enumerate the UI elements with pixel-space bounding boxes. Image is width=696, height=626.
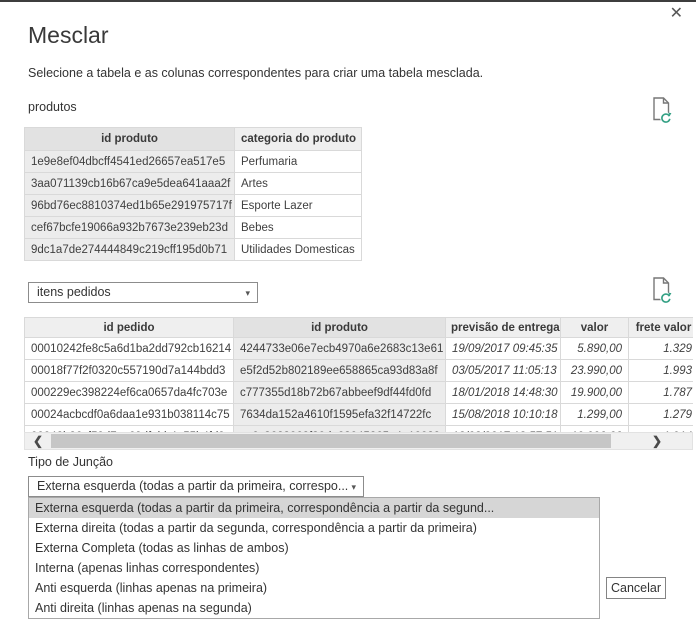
join-option[interactable]: Interna (apenas linhas correspondentes)	[29, 558, 599, 578]
table-cell[interactable]: 3aa071139cb16b67ca9e5dea641aaa2f	[25, 173, 235, 195]
join-kind-select-value: Externa esquerda (todas a partir da prim…	[37, 479, 348, 493]
table-row: 96bd76ec8810374ed1b65e291975717fEsporte …	[25, 195, 362, 217]
column-header[interactable]: valor	[561, 318, 629, 338]
dialog-subtitle: Selecione a tabela e as colunas correspo…	[28, 66, 483, 80]
dialog-title: Mesclar	[28, 22, 109, 49]
join-option[interactable]: Externa direita (todas a partir da segun…	[29, 518, 599, 538]
table-cell[interactable]: 1.279	[629, 404, 694, 426]
products-table: id produtocategoria do produto1e9e8ef04d…	[24, 127, 361, 261]
table-cell[interactable]: 19/09/2017 09:45:35	[446, 338, 561, 360]
join-kind-label: Tipo de Junção	[28, 455, 113, 469]
table-cell[interactable]: 18/01/2018 14:48:30	[446, 382, 561, 404]
table-row: 9dc1a7de274444849c219cff195d0b71Utilidad…	[25, 239, 362, 261]
join-option[interactable]: Externa Completa (todas as linhas de amb…	[29, 538, 599, 558]
chevron-down-icon: ▾	[245, 283, 250, 303]
table-cell[interactable]: 96bd76ec8810374ed1b65e291975717f	[25, 195, 235, 217]
table-cell[interactable]: Esporte Lazer	[235, 195, 362, 217]
table-cell[interactable]: 000229ec398224ef6ca0657da4fc703e	[25, 382, 234, 404]
join-option[interactable]: Externa esquerda (todas a partir da prim…	[29, 498, 599, 518]
table-row: cef67bcfe19066a932b7673e239eb23dBebes	[25, 217, 362, 239]
table-cell[interactable]: 03/05/2017 11:05:13	[446, 360, 561, 382]
refresh-preview-icon[interactable]	[650, 276, 674, 304]
table-cell[interactable]: 15/08/2018 10:10:18	[446, 404, 561, 426]
table-cell[interactable]: 23.990,00	[561, 360, 629, 382]
table-row: 1e9e8ef04dbcff4541ed26657ea517e5Perfumar…	[25, 151, 362, 173]
table-cell[interactable]: Artes	[235, 173, 362, 195]
first-table-label: produtos	[28, 100, 77, 114]
second-table-select[interactable]: itens pedidos ▾	[28, 282, 258, 303]
table-header-row: id produtocategoria do produto	[25, 128, 362, 151]
join-kind-select[interactable]: Externa esquerda (todas a partir da prim…	[28, 476, 364, 497]
table-cell[interactable]: 9dc1a7de274444849c219cff195d0b71	[25, 239, 235, 261]
column-header[interactable]: id produto	[234, 318, 446, 338]
table-cell[interactable]: Bebes	[235, 217, 362, 239]
column-header[interactable]: id produto	[25, 128, 235, 151]
column-header[interactable]: previsão de entrega	[446, 318, 561, 338]
table-cell[interactable]: 5.890,00	[561, 338, 629, 360]
horizontal-scrollbar[interactable]: ❮ ❯	[24, 432, 693, 450]
table-cell[interactable]: 19.900,00	[561, 382, 629, 404]
join-kind-dropdown-list: Externa esquerda (todas a partir da prim…	[28, 497, 600, 619]
chevron-down-icon: ▾	[351, 477, 356, 497]
table-cell[interactable]: Perfumaria	[235, 151, 362, 173]
column-header[interactable]: frete valor	[629, 318, 694, 338]
scroll-left-icon[interactable]: ❮	[33, 433, 43, 449]
order-items-table: id pedidoid produtoprevisão de entregava…	[24, 317, 693, 450]
table-cell[interactable]: 1.329	[629, 338, 694, 360]
table-cell[interactable]: 1e9e8ef04dbcff4541ed26657ea517e5	[25, 151, 235, 173]
table-cell[interactable]: 1.993	[629, 360, 694, 382]
refresh-preview-icon[interactable]	[650, 96, 674, 124]
table-row: 00024acbcdf0a6daa1e931b038114c757634da15…	[25, 404, 694, 426]
join-option[interactable]: Anti direita (linhas apenas na segunda)	[29, 598, 599, 618]
column-header[interactable]: id pedido	[25, 318, 234, 338]
table-row: 3aa071139cb16b67ca9e5dea641aaa2fArtes	[25, 173, 362, 195]
table-cell[interactable]: 00010242fe8c5a6d1ba2dd792cb16214	[25, 338, 234, 360]
close-icon[interactable]: ✕	[670, 5, 683, 23]
table-header-row: id pedidoid produtoprevisão de entregava…	[25, 318, 694, 338]
table-cell[interactable]: 1.299,00	[561, 404, 629, 426]
table-row: 00010242fe8c5a6d1ba2dd792cb162144244733e…	[25, 338, 694, 360]
table-cell[interactable]: 7634da152a4610f1595efa32f14722fc	[234, 404, 446, 426]
table-cell[interactable]: cef67bcfe19066a932b7673e239eb23d	[25, 217, 235, 239]
join-option[interactable]: Anti esquerda (linhas apenas na primeira…	[29, 578, 599, 598]
table-cell[interactable]: c777355d18b72b67abbeef9df44fd0fd	[234, 382, 446, 404]
cancel-button[interactable]: Cancelar	[606, 577, 666, 599]
table-cell[interactable]: 00018f77f2f0320c557190d7a144bdd3	[25, 360, 234, 382]
table-row: 00018f77f2f0320c557190d7a144bdd3e5f2d52b…	[25, 360, 694, 382]
table-cell[interactable]: e5f2d52b802189ee658865ca93d83a8f	[234, 360, 446, 382]
second-table-select-value: itens pedidos	[37, 285, 111, 299]
table-cell[interactable]: 00024acbcdf0a6daa1e931b038114c75	[25, 404, 234, 426]
table-cell[interactable]: Utilidades Domesticas	[235, 239, 362, 261]
dialog-top-edge	[0, 0, 696, 2]
table-row: 000229ec398224ef6ca0657da4fc703ec777355d…	[25, 382, 694, 404]
scroll-right-icon[interactable]: ❯	[652, 433, 662, 449]
column-header[interactable]: categoria do produto	[235, 128, 362, 151]
scrollbar-thumb[interactable]	[51, 434, 611, 448]
table-cell[interactable]: 4244733e06e7ecb4970a6e2683c13e61	[234, 338, 446, 360]
table-cell[interactable]: 1.787	[629, 382, 694, 404]
